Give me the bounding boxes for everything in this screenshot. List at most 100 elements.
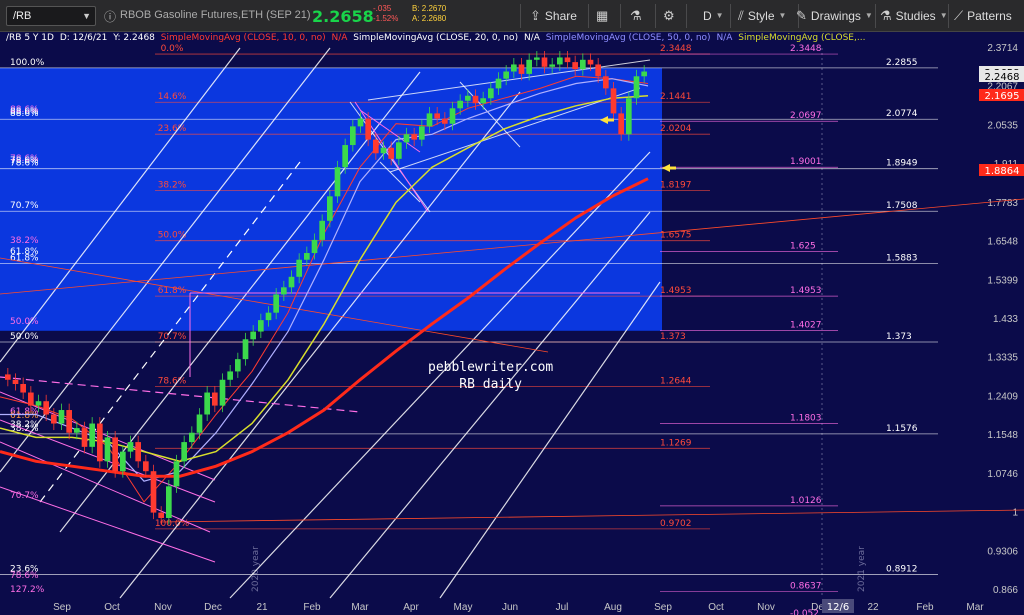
fib-red-pct: 100.0%: [155, 519, 190, 529]
status-symbol: /RB 5 Y 1D: [6, 33, 54, 43]
sma50-label[interactable]: SimpleMovingAvg (CLOSE, 50, 0, no): [546, 33, 711, 43]
candle-body: [411, 134, 417, 140]
bid-ask: B: 2.2670 A: 2.2680: [412, 4, 446, 24]
price-badge-label: 2.2468: [985, 72, 1020, 83]
candle-body: [66, 410, 72, 433]
candle-body: [426, 113, 433, 127]
x-tick-label: 22: [867, 602, 879, 613]
candle-body: [641, 71, 647, 77]
candle-body: [135, 442, 141, 462]
x-tick-label: Nov: [757, 602, 775, 613]
alert-button[interactable]: ⚗: [630, 5, 642, 27]
candle-body: [166, 486, 172, 518]
chevron-down-icon[interactable]: ▼: [82, 7, 91, 25]
candle-body: [580, 59, 586, 70]
candle-body: [273, 294, 279, 313]
fib-pink-pct: 127.2%: [10, 585, 45, 595]
toolbar: /RB ▼ ⓘ RBOB Gasoline Futures,ETH (SEP 2…: [0, 0, 1024, 32]
drawings-button[interactable]: ✎ Drawings ▼: [796, 5, 873, 27]
fib-pink-value: 1.0126: [790, 496, 822, 506]
sma10-label[interactable]: SimpleMovingAvg (CLOSE, 10, 0, no): [161, 33, 326, 43]
y-tick-label: 2.3714: [987, 43, 1018, 54]
fib-pink-pct: 38.2%: [10, 236, 39, 246]
y-tick-label: 1: [1012, 508, 1018, 519]
fib-red-pct: 23.6%: [158, 124, 187, 134]
watermark-site: pebblewriter.com: [428, 360, 554, 375]
symbol-input[interactable]: /RB ▼: [6, 6, 96, 26]
candle-body: [74, 428, 80, 433]
long-trendline: [159, 509, 1024, 523]
toolbar-divider: [686, 4, 687, 28]
y-tick-label: 1.1548: [987, 430, 1018, 441]
candle-body: [120, 451, 126, 472]
info-icon[interactable]: ⓘ: [104, 8, 116, 25]
sma-more-label[interactable]: SimpleMovingAvg (CLOSE,...: [738, 33, 865, 43]
fib-pink-value: 1.625: [790, 241, 816, 251]
patterns-button[interactable]: ⟋ Patterns: [954, 5, 1012, 27]
pencil-icon: ✎: [796, 8, 807, 23]
candle-body: [150, 471, 157, 513]
toolbar-divider: [730, 4, 731, 28]
style-label: Style: [747, 9, 775, 23]
fib-white-value: 1.1576: [886, 424, 918, 434]
grid-button[interactable]: ▦: [596, 5, 608, 27]
fib-white-value: 1.8949: [886, 159, 918, 169]
patterns-label: Patterns: [967, 9, 1012, 23]
candle-body: [595, 64, 601, 77]
candle-body: [319, 220, 325, 240]
candle-body: [572, 62, 578, 70]
candle-body: [212, 392, 218, 406]
x-tick-label: Sep: [53, 602, 71, 613]
settings-button[interactable]: ⚙: [663, 5, 675, 27]
fib-white-value: 2.2855: [886, 58, 918, 68]
year-label: 2021 year: [857, 546, 867, 592]
x-tick-label: Nov: [154, 602, 172, 613]
fib-red-value: 2.0204: [660, 124, 692, 134]
candle-body: [587, 59, 594, 65]
candle-body: [557, 57, 563, 65]
watermark: pebblewriter.com RB daily: [428, 359, 553, 393]
x-tick-label: 21: [256, 602, 268, 613]
sma10-value: N/A: [331, 33, 348, 43]
sma20-value: N/A: [523, 33, 540, 43]
candle-body: [465, 95, 471, 101]
candle-body: [350, 126, 356, 146]
patterns-icon: ⟋: [954, 8, 964, 23]
candle-body: [472, 95, 479, 104]
fib-pink-value: 2.0697: [790, 111, 822, 121]
candle-body: [12, 379, 19, 384]
candle-body: [457, 100, 463, 109]
candle-body: [304, 253, 310, 260]
style-button[interactable]: ⫽ Style ▼: [738, 5, 786, 27]
candle-body: [449, 108, 456, 124]
candle-body: [626, 98, 632, 135]
fib-red-pct: 78.6%: [158, 376, 187, 386]
candle-body: [296, 259, 302, 277]
candle-body: [51, 414, 57, 424]
bid-value: B: 2.2670: [412, 4, 447, 13]
candle-body: [89, 423, 95, 447]
fib-white-pct-left: 61.8%: [10, 247, 39, 257]
studies-button[interactable]: ⚗ Studies ▼: [880, 5, 948, 27]
candle-body: [235, 359, 241, 372]
x-tick-label: Mar: [351, 602, 369, 613]
fib-red-value: 1.2644: [660, 376, 692, 386]
fib-white-value: 1.373: [886, 332, 912, 342]
fib-white-value: 1.5883: [886, 254, 918, 264]
candle-body: [35, 401, 42, 406]
candle-body: [227, 371, 233, 380]
symbol-text: /RB: [13, 10, 32, 22]
sma20-label[interactable]: SimpleMovingAvg (CLOSE, 20, 0, no): [353, 33, 518, 43]
y-tick-label: 1.2409: [987, 391, 1018, 402]
share-button[interactable]: ⇪ Share: [530, 5, 577, 27]
share-icon: ⇪: [530, 8, 541, 23]
candle-body: [526, 59, 532, 74]
candle-body: [495, 78, 502, 89]
chart-app: /RB ▼ ⓘ RBOB Gasoline Futures,ETH (SEP 2…: [0, 0, 1024, 615]
x-tick-label: Feb: [916, 602, 934, 613]
candle-body: [549, 64, 555, 67]
fib-pink-pct: 50.0%: [10, 317, 39, 327]
interval-button[interactable]: D ▼: [703, 5, 724, 27]
candle-body: [403, 134, 410, 143]
price-chart[interactable]: Sep Oct Nov Dec 21 Feb Mar Apr May Jun Jul Aug Sep Oc…: [0, 32, 1024, 615]
